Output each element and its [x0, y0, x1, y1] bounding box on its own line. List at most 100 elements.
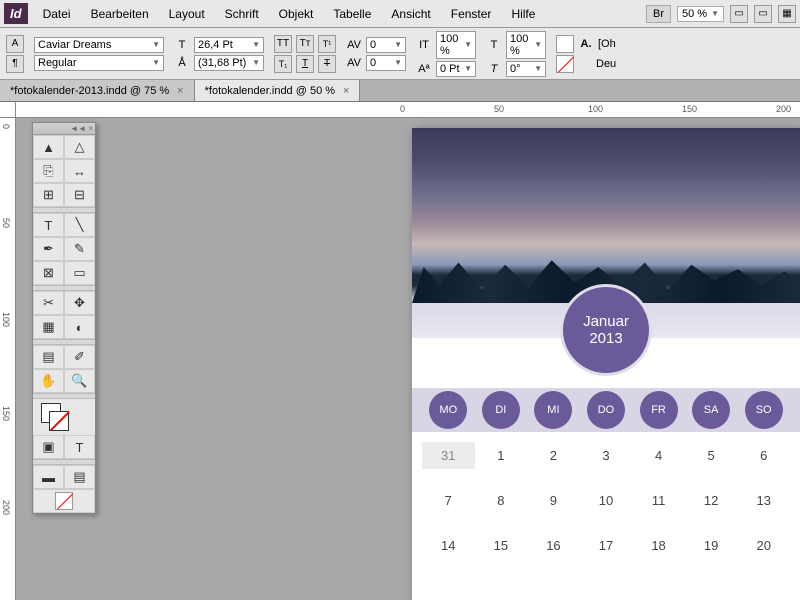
kerning-icon: AV [346, 37, 362, 53]
zoom-level-select[interactable]: 50 %▼ [677, 6, 724, 22]
line-tool[interactable]: ╲ [64, 213, 95, 237]
formatting-container-button[interactable]: ▣ [33, 435, 64, 459]
calendar-day[interactable]: 3 [580, 442, 633, 469]
kerning-select[interactable]: 0▼ [366, 37, 406, 53]
menu-schrift[interactable]: Schrift [216, 3, 268, 25]
menu-bearbeiten[interactable]: Bearbeiten [82, 3, 158, 25]
calendar-day[interactable]: 8 [475, 487, 528, 514]
fill-swatch[interactable] [556, 35, 574, 53]
menu-tabelle[interactable]: Tabelle [324, 3, 380, 25]
content-placer-tool[interactable]: ⊟ [64, 183, 95, 207]
tools-panel[interactable]: ◄◄ × ▲ △ ⎘ ↔ ⊞ ⊟ T ╲ ✒ ✎ ⊠ ▭ ✂ ✥ ▦ ◐ ▤ ✐… [32, 122, 96, 514]
page[interactable]: Januar 2013 MO DI MI DO FR SA SO 3112345… [412, 128, 800, 600]
calendar-day[interactable]: 9 [527, 487, 580, 514]
note-tool[interactable]: ▤ [33, 345, 64, 369]
subscript-button[interactable]: T₁ [274, 55, 292, 73]
gradient-feather-tool[interactable]: ◐ [64, 315, 95, 339]
close-icon[interactable]: × [88, 124, 93, 133]
calendar-day[interactable]: 10 [580, 487, 633, 514]
menu-datei[interactable]: Datei [34, 3, 80, 25]
calendar-day[interactable]: 2 [527, 442, 580, 469]
apply-none-button[interactable] [33, 489, 95, 513]
close-icon[interactable]: × [177, 85, 183, 97]
calendar-day[interactable]: 7 [422, 487, 475, 514]
ruler-tick: 200 [1, 500, 11, 515]
character-mode-icon[interactable]: A [6, 35, 24, 53]
calendar-day[interactable]: 31 [422, 442, 475, 469]
leading-select[interactable]: (31,68 Pt)▼ [194, 55, 264, 71]
calendar-photo[interactable]: Januar 2013 [412, 128, 800, 338]
fill-stroke-control[interactable] [33, 399, 95, 435]
calendar-day[interactable]: 12 [685, 487, 738, 514]
calendar-day[interactable]: 20 [737, 532, 790, 559]
calendar-day[interactable]: 13 [737, 487, 790, 514]
paragraph-mode-icon[interactable]: ¶ [6, 55, 24, 73]
calendar-day[interactable]: 11 [632, 487, 685, 514]
apply-gradient-button[interactable]: ▤ [64, 465, 95, 489]
collapse-icon[interactable]: ◄◄ [70, 124, 86, 133]
calendar-day[interactable]: 16 [527, 532, 580, 559]
scissors-tool[interactable]: ✂ [33, 291, 64, 315]
calendar-day[interactable]: 4 [632, 442, 685, 469]
page-tool[interactable]: ⎘ [33, 159, 64, 183]
direct-selection-tool[interactable]: △ [64, 135, 95, 159]
screen-mode-button[interactable]: ▭ [754, 5, 772, 23]
calendar-day[interactable]: 19 [685, 532, 738, 559]
stroke-swatch[interactable] [556, 55, 574, 73]
free-transform-tool[interactable]: ✥ [64, 291, 95, 315]
menu-layout[interactable]: Layout [160, 3, 214, 25]
stroke-color[interactable] [49, 411, 69, 431]
calendar-day[interactable]: 14 [422, 532, 475, 559]
formatting-text-button[interactable]: T [64, 435, 95, 459]
panel-header[interactable]: ◄◄ × [33, 123, 95, 135]
calendar-day[interactable]: 17 [580, 532, 633, 559]
allcaps-button[interactable]: TT [274, 35, 292, 53]
month-badge[interactable]: Januar 2013 [560, 284, 652, 376]
apply-color-button[interactable]: ▬ [33, 465, 64, 489]
content-collector-tool[interactable]: ⊞ [33, 183, 64, 207]
font-style-select[interactable]: Regular▼ [34, 55, 164, 71]
strikethrough-button[interactable]: T [318, 55, 336, 73]
hscale-select[interactable]: 100 %▼ [506, 31, 546, 59]
font-family-select[interactable]: Caviar Dreams▼ [34, 37, 164, 53]
pencil-tool[interactable]: ✎ [64, 237, 95, 261]
calendar-day[interactable]: 6 [737, 442, 790, 469]
type-tool[interactable]: T [33, 213, 64, 237]
close-icon[interactable]: × [343, 85, 349, 97]
gradient-swatch-tool[interactable]: ▦ [33, 315, 64, 339]
canvas[interactable]: Januar 2013 MO DI MI DO FR SA SO 3112345… [16, 118, 800, 600]
vscale-select[interactable]: 100 %▼ [436, 31, 476, 59]
font-size-select[interactable]: 26,4 Pt▼ [194, 37, 264, 53]
selection-tool[interactable]: ▲ [33, 135, 64, 159]
calendar-day[interactable]: 1 [475, 442, 528, 469]
eyedropper-tool[interactable]: ✐ [64, 345, 95, 369]
calendar-day[interactable]: 18 [632, 532, 685, 559]
hand-tool[interactable]: ✋ [33, 369, 64, 393]
month-label: Januar [583, 313, 629, 330]
menu-objekt[interactable]: Objekt [270, 3, 323, 25]
pen-tool[interactable]: ✒ [33, 237, 64, 261]
smallcaps-button[interactable]: Tᴛ [296, 35, 314, 53]
tracking-select[interactable]: 0▼ [366, 55, 406, 71]
document-tab-1[interactable]: *fotokalender-2013.indd @ 75 %× [0, 80, 195, 101]
gap-tool[interactable]: ↔ [64, 159, 95, 183]
arrange-button[interactable]: ▦ [778, 5, 796, 23]
rectangle-tool[interactable]: ▭ [64, 261, 95, 285]
ruler-vertical[interactable]: 0 50 100 150 200 [0, 118, 16, 600]
bridge-button[interactable]: Br [646, 5, 671, 23]
ruler-origin[interactable] [0, 102, 16, 118]
menu-hilfe[interactable]: Hilfe [502, 3, 544, 25]
document-tab-2[interactable]: *fotokalender.indd @ 50 %× [195, 80, 361, 101]
calendar-day[interactable]: 15 [475, 532, 528, 559]
rectangle-frame-tool[interactable]: ⊠ [33, 261, 64, 285]
ruler-horizontal[interactable]: 0 50 100 150 200 [16, 102, 800, 118]
superscript-button[interactable]: T¹ [318, 35, 336, 53]
menu-ansicht[interactable]: Ansicht [382, 3, 439, 25]
zoom-tool[interactable]: 🔍 [64, 369, 95, 393]
underline-button[interactable]: T [296, 55, 314, 73]
skew-select[interactable]: 0°▼ [506, 61, 546, 77]
menu-fenster[interactable]: Fenster [442, 3, 501, 25]
baseline-select[interactable]: 0 Pt▼ [436, 61, 476, 77]
view-mode-button-1[interactable]: ▭ [730, 5, 748, 23]
calendar-day[interactable]: 5 [685, 442, 738, 469]
